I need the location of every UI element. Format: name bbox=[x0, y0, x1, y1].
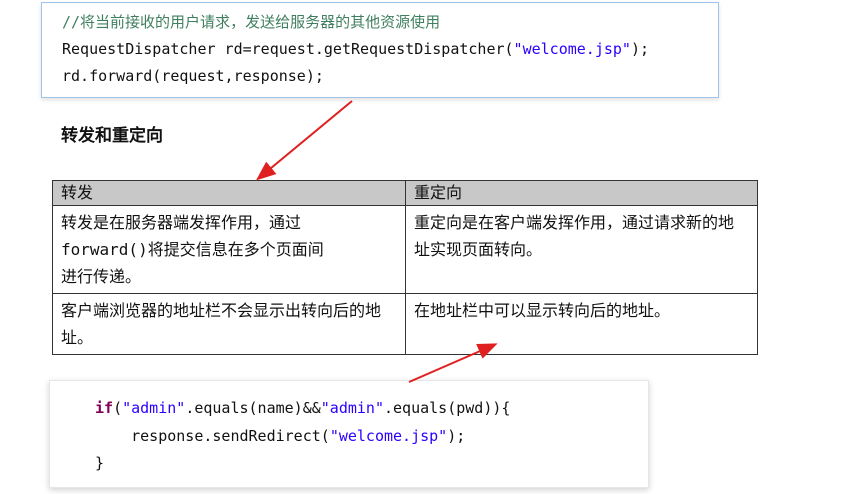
arrow-to-redirect bbox=[408, 343, 498, 383]
annotation-arrows bbox=[255, 100, 498, 383]
arrow-to-forward bbox=[255, 100, 353, 181]
